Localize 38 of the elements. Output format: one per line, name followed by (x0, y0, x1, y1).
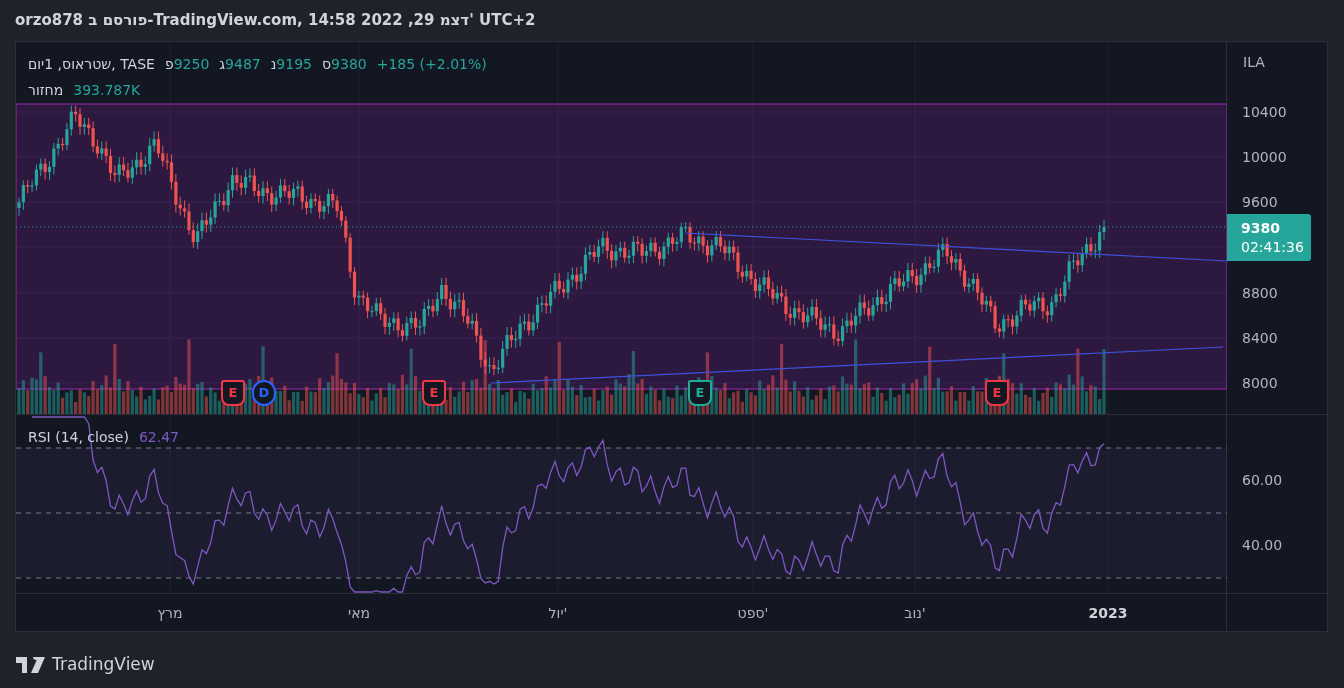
earnings-marker[interactable]: E (688, 380, 712, 406)
ohlc-label: ס (322, 55, 332, 74)
price-tick-label: 8800 (1242, 284, 1278, 302)
indicator-value: 62.47 (138, 428, 179, 447)
rsi-tick-label: 40.00 (1242, 536, 1283, 554)
currency-label: ILA (1243, 53, 1265, 72)
price-tick-label: 9600 (1242, 193, 1278, 211)
last-price-label: 9380 02:41:36 (1227, 214, 1311, 261)
earnings-marker[interactable]: E (221, 380, 245, 406)
ohlc-label: ג (219, 55, 226, 74)
ohlc-value: 9250 (173, 55, 210, 74)
dividend-marker[interactable]: D (252, 380, 276, 406)
ohlc-label: נ (270, 55, 277, 74)
indicator-title: RSI (14, close) (28, 428, 129, 447)
ohlc-value: 9487 (225, 55, 261, 74)
price-tick-label: 8000 (1242, 374, 1278, 392)
time-tick-label: מאי (348, 604, 370, 622)
time-tick-label: יול' (548, 604, 568, 622)
earnings-marker[interactable]: E (422, 380, 446, 406)
time-tick-label: מרץ (157, 604, 183, 622)
publish-info: orzo878 פורסם ב-TradingView.com, 14:58 2022 ,29 דצמ' UTC+2 (15, 10, 536, 32)
ohlc-value: 9380 (331, 55, 367, 74)
rsi-tick-label: 60.00 (1242, 471, 1283, 489)
earnings-marker[interactable]: E (985, 380, 1009, 406)
volume-value: 393.787K (73, 81, 141, 100)
time-tick-label: 2023 (1088, 604, 1128, 622)
time-tick-label: נוב' (904, 604, 926, 622)
price-tick-label: 10400 (1242, 103, 1287, 121)
time-tick-label: ספט' (737, 604, 769, 622)
logo-icon (16, 656, 46, 673)
price-tick-label: 10000 (1242, 148, 1287, 166)
price-tick-label: 8400 (1242, 329, 1278, 347)
brand-name: TradingView (52, 653, 155, 676)
ohlc-label: פ (164, 55, 174, 74)
price-change: +185 (+2.01%) (376, 55, 487, 74)
volume-label: מחזור (28, 81, 64, 100)
symbol-title: שטראוס, 1יום, TASE (28, 55, 155, 74)
ohlc-value: 9195 (276, 55, 312, 74)
